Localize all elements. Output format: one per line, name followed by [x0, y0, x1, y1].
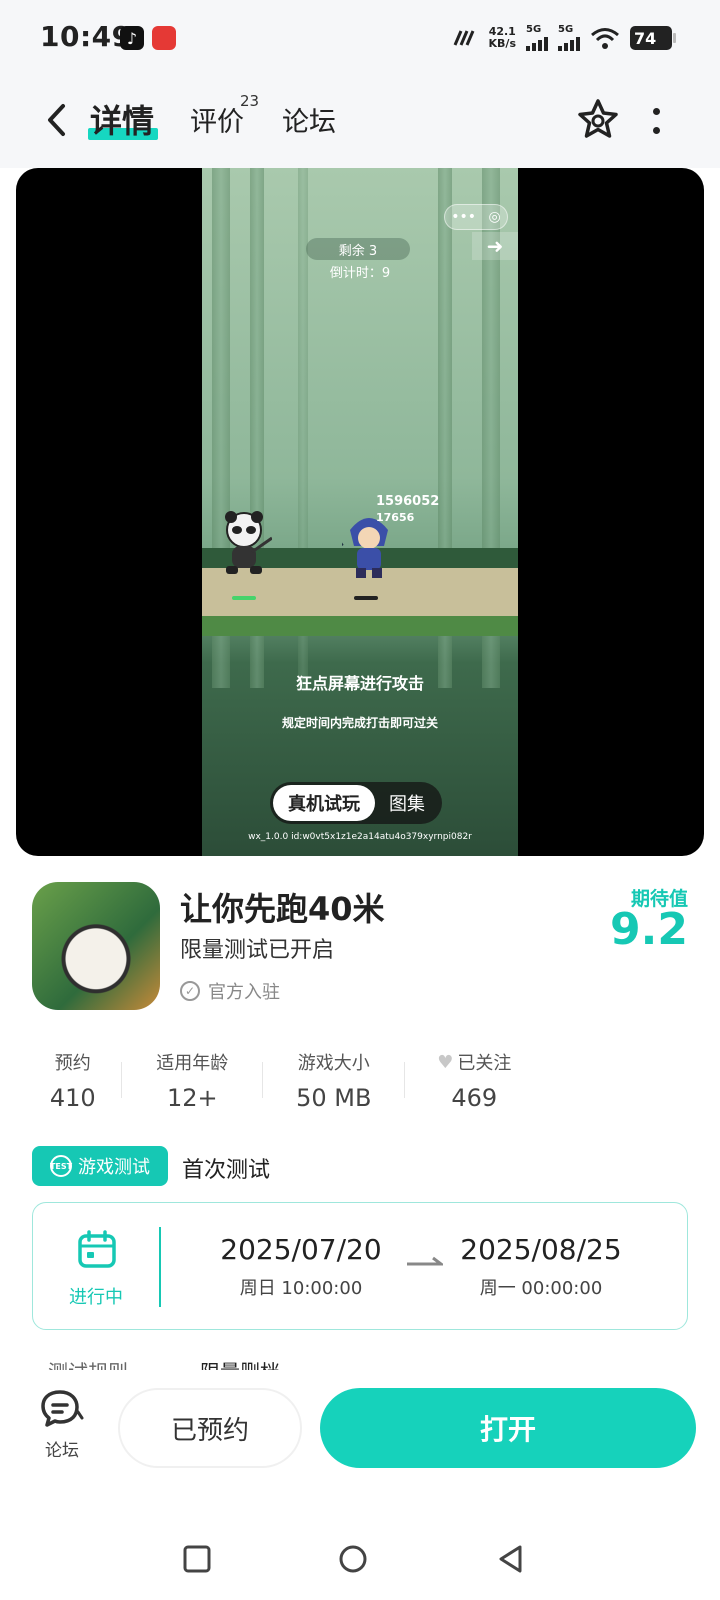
- stat-value: 410: [49, 1084, 96, 1112]
- stat-label: 游戏大小: [297, 1053, 370, 1074]
- battery-icon: 74: [630, 26, 676, 50]
- test-badge-label: 游戏测试: [78, 1157, 150, 1178]
- game-title: 让你先跑40米: [180, 890, 385, 928]
- tap-instruction: 狂点屏幕进行攻击: [295, 674, 424, 693]
- damage-number: 1596052: [376, 494, 440, 509]
- forum-button[interactable]: 论坛: [36, 1388, 88, 1466]
- panda-character-icon: [225, 511, 272, 574]
- test-start: 2025/07/20 周日 10:00:00: [211, 1233, 391, 1300]
- official-label: 官方入驻: [208, 982, 280, 1003]
- net-speed: 42.1 KB/s: [489, 26, 516, 50]
- wifi-icon: [591, 28, 619, 49]
- top-nav: 详情 评价 23 论坛: [0, 76, 720, 168]
- status-bar: 10:49 ♪ 42.1 KB/s 5G 5G 74: [0, 0, 720, 76]
- share-arrow-icon[interactable]: ➜: [472, 232, 518, 260]
- test-schedule-card[interactable]: 进行中 2025/07/20 周日 10:00:00 2025/08/25 周一…: [32, 1202, 688, 1330]
- more-options-icon[interactable]: [648, 104, 664, 138]
- stat-label: 预约: [54, 1053, 91, 1074]
- net-speed-unit: KB/s: [488, 37, 516, 50]
- stat-label: 已关注: [457, 1053, 512, 1074]
- stat-value: 12+: [166, 1084, 218, 1112]
- media-mode-switch[interactable]: 真机试玩 图集: [270, 782, 442, 824]
- game-subtitle: 限量测试已开启: [180, 938, 335, 963]
- game-app-icon: [32, 882, 160, 1010]
- signal-icon: 5G: [558, 25, 580, 51]
- expectation-score: 9.2: [610, 904, 688, 955]
- home-icon[interactable]: [338, 1544, 368, 1574]
- back-nav-icon[interactable]: [496, 1544, 526, 1574]
- tab-detail-label: 详情: [90, 102, 155, 140]
- rule-instruction: 规定时间内完成打击即可过关: [281, 716, 438, 730]
- player-hp-bar: [232, 596, 256, 600]
- damage-number: 17656: [376, 511, 415, 524]
- signal-icon: 5G: [526, 25, 548, 51]
- sim2-label: 5G: [558, 24, 574, 35]
- stat-followers[interactable]: ♥ 已关注 469: [405, 1048, 545, 1120]
- recent-apps-icon[interactable]: [182, 1544, 212, 1574]
- start-date: 2025/07/20: [220, 1233, 382, 1266]
- check-circle-icon: ✓: [180, 981, 200, 1001]
- status-indicators: 42.1 KB/s 5G 5G 74: [451, 22, 676, 54]
- test-icon: TEST: [50, 1155, 72, 1177]
- heart-check-icon: ♥: [437, 1051, 454, 1073]
- test-phase-name: 首次测试: [182, 1158, 271, 1183]
- game-test-badge: TEST 游戏测试: [32, 1146, 168, 1186]
- bottom-action-bar: 论坛 已预约 打开: [0, 1370, 720, 1480]
- net-icon: [453, 30, 474, 46]
- stat-value: 469: [451, 1084, 498, 1112]
- wx-app-id: wx_1.0.0 id:w0vt5x1z1e2a14atu4o379xyrnpi…: [248, 832, 472, 842]
- reserved-button[interactable]: 已预约: [118, 1388, 302, 1468]
- tab-detail[interactable]: 详情: [90, 96, 154, 142]
- gallery-option[interactable]: 图集: [375, 785, 439, 821]
- media-viewer[interactable]: ••• ◎ ➜ 剩余 3 倒计时：9 1596052 17656 狂点屏幕进行攻击…: [16, 168, 704, 856]
- official-badge: ✓ 官方入驻: [180, 978, 280, 1004]
- back-button[interactable]: [36, 98, 76, 142]
- end-date: 2025/08/25: [460, 1233, 622, 1266]
- stat-age-rating: 适用年龄 12+: [122, 1048, 264, 1120]
- remain-count: 剩余 3: [306, 238, 410, 260]
- test-end: 2025/08/25 周一 00:00:00: [451, 1233, 631, 1300]
- arrow-right-icon: [407, 1256, 443, 1266]
- enemy-hp-bar: [354, 596, 378, 600]
- miniprogram-capsule[interactable]: ••• ◎: [444, 204, 508, 230]
- tab-review[interactable]: 评价: [190, 100, 244, 139]
- open-game-button[interactable]: 打开: [320, 1388, 696, 1468]
- end-time: 周一 00:00:00: [479, 1278, 603, 1299]
- stat-reservations: 预约 410: [24, 1048, 122, 1120]
- review-count-badge: 23: [240, 92, 260, 110]
- status-time: 10:49: [40, 20, 132, 53]
- calendar-icon: [78, 1230, 116, 1268]
- game-stats: 预约 410 适用年龄 12+ 游戏大小 50 MB ♥ 已关注 469: [24, 1048, 544, 1120]
- stat-game-size: 游戏大小 50 MB: [263, 1048, 405, 1120]
- tiktok-icon: ♪: [120, 26, 144, 50]
- red-app-icon: [152, 26, 176, 50]
- real-play-option[interactable]: 真机试玩: [273, 785, 375, 821]
- start-time: 周日 10:00:00: [239, 1278, 363, 1299]
- tab-forum[interactable]: 论坛: [282, 100, 336, 139]
- chat-bubble-icon: [41, 1390, 84, 1427]
- gameplay-preview[interactable]: ••• ◎ ➜ 剩余 3 倒计时：9 1596052 17656 狂点屏幕进行攻击…: [202, 168, 518, 856]
- test-status: 进行中: [69, 1287, 123, 1308]
- stat-label: 适用年龄: [156, 1053, 229, 1074]
- countdown-text: 倒计时：9: [329, 266, 391, 281]
- system-nav-bar: [0, 1512, 720, 1600]
- sim1-label: 5G: [526, 24, 542, 35]
- favorite-star-icon[interactable]: [574, 96, 622, 144]
- stat-value: 50 MB: [296, 1084, 372, 1112]
- forum-label: 论坛: [45, 1441, 79, 1461]
- card-divider: [159, 1227, 161, 1307]
- chevron-left-icon: [48, 104, 65, 136]
